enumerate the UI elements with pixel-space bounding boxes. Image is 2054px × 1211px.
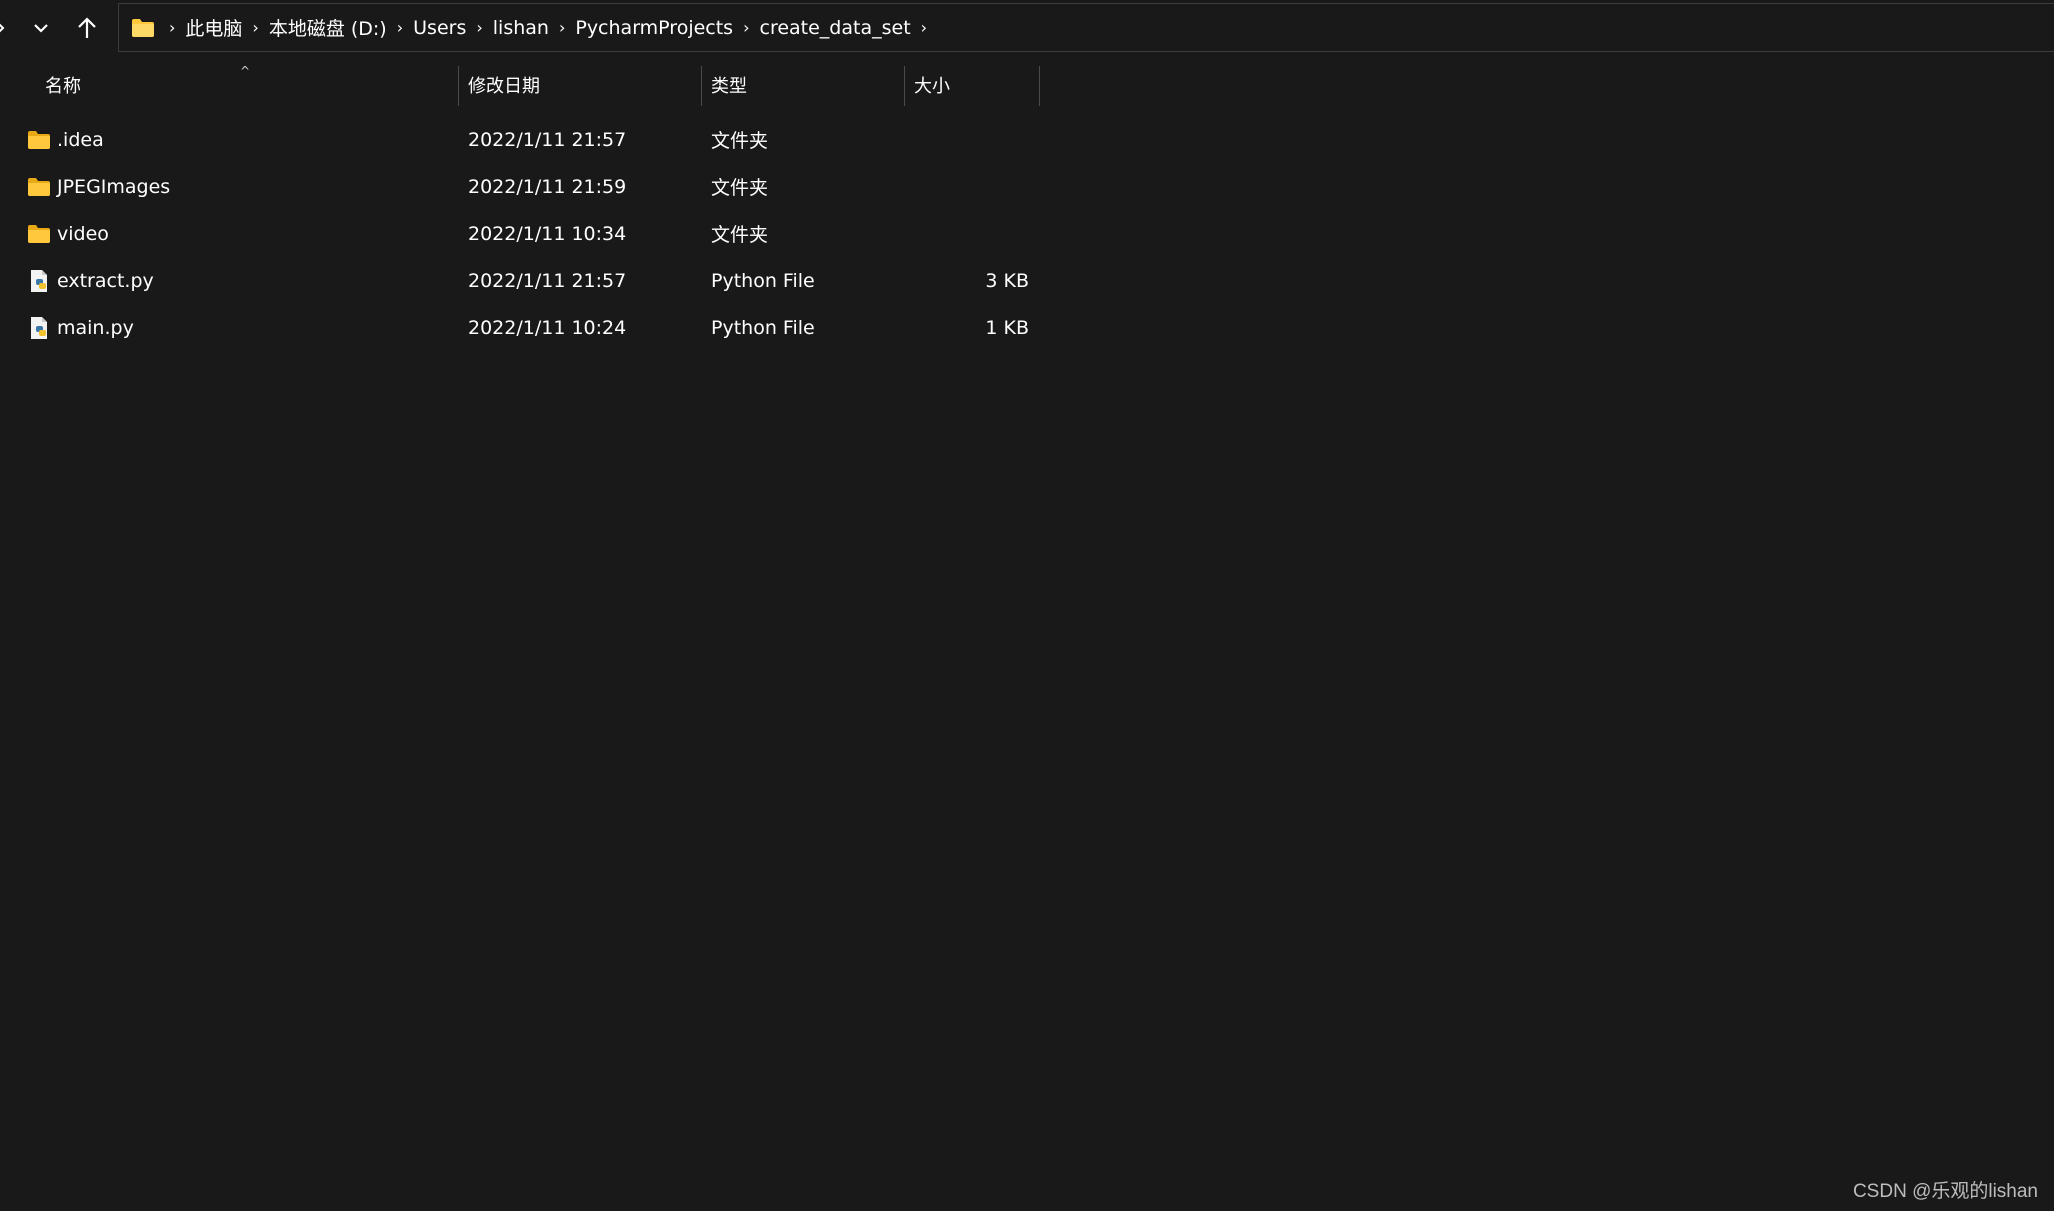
list-item[interactable]: video 2022/1/11 10:34 文件夹 <box>0 210 1040 257</box>
folder-icon <box>26 222 52 246</box>
recent-locations-button[interactable] <box>24 6 58 50</box>
breadcrumb-separator-icon[interactable]: › <box>472 18 486 37</box>
file-size: 3 KB <box>985 269 1029 292</box>
file-size <box>905 163 1029 210</box>
breadcrumb-lishan[interactable]: lishan <box>487 17 555 39</box>
column-header-date[interactable]: 修改日期 <box>459 62 701 108</box>
breadcrumb-separator-icon[interactable]: › <box>393 18 407 37</box>
back-button[interactable] <box>0 6 8 50</box>
folder-icon <box>26 128 52 152</box>
breadcrumb-users[interactable]: Users <box>407 17 472 39</box>
file-date: 2022/1/11 10:24 <box>468 316 627 339</box>
folder-icon <box>26 175 52 199</box>
breadcrumb-separator-icon[interactable]: › <box>917 18 931 37</box>
folder-icon <box>131 17 157 39</box>
list-item[interactable]: JPEGImages 2022/1/11 21:59 文件夹 <box>0 163 1040 210</box>
arrow-up-icon <box>77 17 97 39</box>
watermark: CSDN @乐观的lishan <box>1852 1181 2038 1202</box>
file-date: 2022/1/11 10:34 <box>468 222 627 245</box>
file-type: Python File <box>711 316 815 339</box>
breadcrumb-separator-icon[interactable]: › <box>248 18 262 37</box>
breadcrumb-pycharmprojects[interactable]: PycharmProjects <box>569 17 739 39</box>
file-type: 文件夹 <box>711 224 769 246</box>
python-file-icon <box>26 269 52 293</box>
list-item[interactable]: .idea 2022/1/11 21:57 文件夹 <box>0 116 1040 163</box>
sort-ascending-icon: ^ <box>240 64 251 78</box>
file-size <box>905 116 1029 163</box>
list-item[interactable]: main.py 2022/1/11 10:24 Python File 1 KB <box>0 304 1040 351</box>
chevron-down-icon <box>33 22 49 34</box>
file-name: main.py <box>57 316 134 339</box>
file-name: JPEGImages <box>57 175 171 198</box>
file-name: .idea <box>57 128 104 151</box>
file-name: extract.py <box>57 269 154 292</box>
column-divider[interactable] <box>1039 66 1040 106</box>
file-type: Python File <box>711 269 815 292</box>
file-type: 文件夹 <box>711 130 769 152</box>
breadcrumb-this-pc[interactable]: 此电脑 <box>179 14 248 41</box>
breadcrumb-separator-icon[interactable]: › <box>165 18 179 37</box>
file-size <box>905 210 1029 257</box>
python-file-icon <box>26 316 52 340</box>
breadcrumb-separator-icon[interactable]: › <box>555 18 569 37</box>
up-button[interactable] <box>70 6 104 50</box>
breadcrumb-create-data-set[interactable]: create_data_set <box>754 17 917 39</box>
column-header-row: 名称 修改日期 类型 大小 <box>0 62 1040 108</box>
file-list: .idea 2022/1/11 21:57 文件夹 JPEGImages 202… <box>0 116 1040 351</box>
file-size: 1 KB <box>985 316 1029 339</box>
breadcrumb-local-disk[interactable]: 本地磁盘 (D:) <box>263 14 393 41</box>
list-item[interactable]: extract.py 2022/1/11 21:57 Python File 3… <box>0 257 1040 304</box>
file-date: 2022/1/11 21:57 <box>468 128 627 151</box>
column-header-type[interactable]: 类型 <box>702 62 904 108</box>
file-date: 2022/1/11 21:59 <box>468 175 627 198</box>
chevron-right-icon <box>0 20 6 36</box>
address-bar[interactable]: › 此电脑 › 本地磁盘 (D:) › Users › lishan › Pyc… <box>118 3 2054 52</box>
file-date: 2022/1/11 21:57 <box>468 269 627 292</box>
file-type: 文件夹 <box>711 177 769 199</box>
column-header-size[interactable]: 大小 <box>905 62 1039 108</box>
file-name: video <box>57 222 109 245</box>
breadcrumb-separator-icon[interactable]: › <box>739 18 753 37</box>
